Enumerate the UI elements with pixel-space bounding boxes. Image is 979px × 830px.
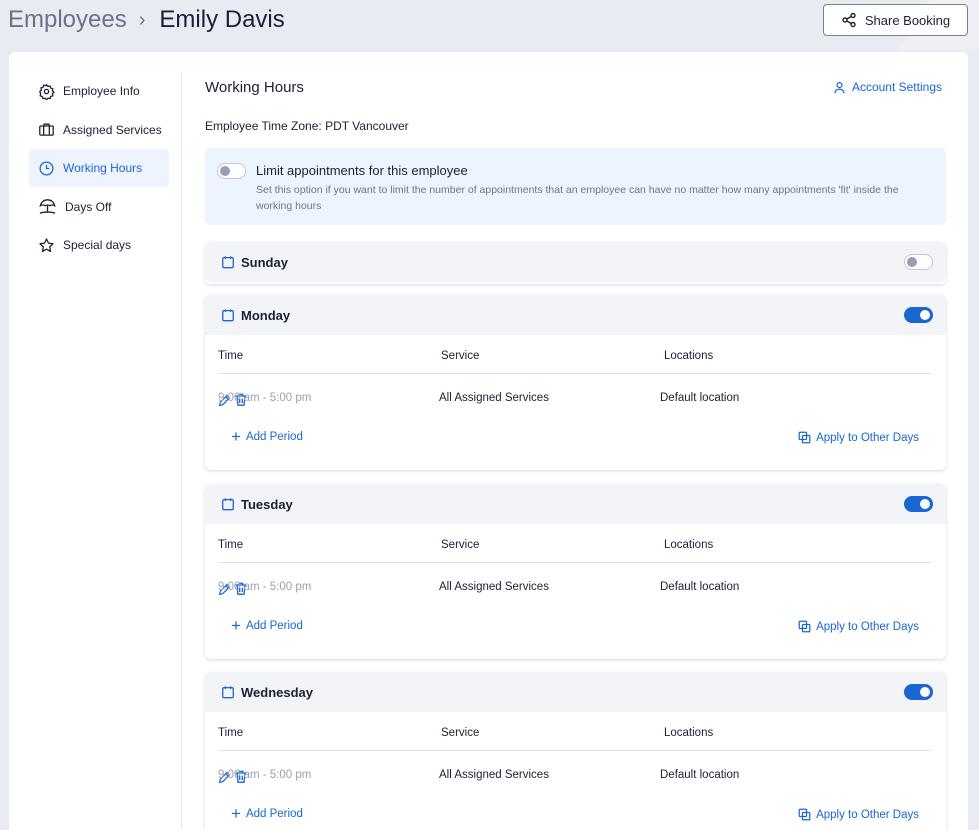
copy-icon [798,620,811,633]
period-time: 9:00 am - 5:00 pm [218,581,312,593]
day-name: Sunday [241,255,288,270]
clock-icon [39,161,54,176]
day-enabled-toggle[interactable] [904,684,933,700]
breadcrumb: Employees › Emily Davis [8,6,285,34]
sidebar-item-assigned-services[interactable]: Assigned Services [29,111,169,149]
calendar-icon [222,309,234,322]
column-time: Time [218,727,244,739]
employee-timezone: Employee Time Zone: PDT Vancouver [205,119,409,133]
page-title: Working Hours [205,79,304,96]
day-header[interactable]: Tuesday [205,484,946,524]
account-settings-link[interactable]: Account Settings [833,80,942,94]
calendar-icon [222,256,234,269]
day-enabled-toggle[interactable] [904,307,933,323]
apply-to-other-days-label: Apply to Other Days [816,620,919,633]
period-row: 9:00 am - 5:00 pm All Assigned Services … [218,769,931,785]
column-locations: Locations [664,539,714,551]
sidebar-item-label: Working Hours [63,161,143,176]
calendar-icon [222,686,234,699]
sidebar-nav: Employee Info Assigned Services Working … [29,72,169,265]
sidebar-item-working-hours[interactable]: Working Hours [29,149,169,188]
add-period-label: Add Period [245,620,303,632]
period-time: 9:00 am - 5:00 pm [218,769,312,781]
period-time: 9:00 am - 5:00 pm [218,392,312,404]
add-period-button[interactable]: + Add Period [231,804,303,823]
day-card-monday: Monday Time Service Locations 9:00 am - … [205,295,946,470]
breadcrumb-employees-link[interactable]: Employees [8,6,127,34]
day-name: Wednesday [241,685,314,700]
calendar-icon [222,498,234,511]
gear-icon [39,83,55,100]
day-enabled-toggle[interactable] [904,254,933,270]
limit-appointments-title: Limit appointments for this employee [256,163,468,178]
breadcrumb-current: Emily Davis [159,6,285,33]
copy-icon [798,431,811,444]
day-card-sunday: Sunday [205,242,946,284]
user-icon [834,81,845,93]
plus-icon: + [231,616,241,635]
day-header[interactable]: Sunday [205,242,946,282]
periods-table-header: Time Service Locations [218,350,931,374]
apply-to-other-days-button[interactable]: Apply to Other Days [798,808,919,821]
period-service: All Assigned Services [439,392,549,404]
day-enabled-toggle[interactable] [904,496,933,512]
day-name: Monday [241,308,291,323]
share-booking-button[interactable]: Share Booking [823,4,968,36]
day-header[interactable]: Wednesday [205,672,946,712]
column-time: Time [218,350,244,362]
apply-to-other-days-button[interactable]: Apply to Other Days [798,620,919,633]
copy-icon [798,808,811,821]
day-card-wednesday: Wednesday Time Service Locations 9:00 am… [205,672,946,830]
column-service: Service [441,539,480,551]
apply-to-other-days-button[interactable]: Apply to Other Days [798,431,919,444]
share-icon [842,12,856,28]
column-service: Service [441,727,480,739]
sidebar-item-employee-info[interactable]: Employee Info [29,72,169,110]
limit-appointments-toggle[interactable] [217,163,246,179]
add-period-label: Add Period [245,431,303,443]
limit-appointments-description: Set this option if you want to limit the… [256,184,899,212]
employee-card: Employee Info Assigned Services Working … [9,52,968,830]
sidebar-item-special-days[interactable]: Special days [29,226,169,264]
sidebar-item-label: Days Off [65,199,112,214]
period-location: Default location [660,769,740,781]
column-time: Time [218,539,244,551]
sidebar-item-label: Special days [63,238,132,253]
star-icon [39,238,54,252]
plus-icon: + [231,427,241,446]
top-bar: Employees › Emily Davis Share Booking [0,0,979,50]
add-period-button[interactable]: + Add Period [231,427,303,446]
sidebar-item-label: Employee Info [63,84,140,98]
period-service: All Assigned Services [439,769,549,781]
period-location: Default location [660,581,740,593]
add-period-button[interactable]: + Add Period [231,616,303,635]
breadcrumb-separator: › [138,8,146,31]
day-header[interactable]: Monday [205,295,946,335]
add-period-label: Add Period [245,808,303,820]
account-settings-label: Account Settings [851,80,942,94]
periods-table-header: Time Service Locations [218,539,931,563]
plus-icon: + [231,804,241,823]
timezone-label: Employee Time Zone: [205,119,322,133]
briefcase-icon [39,123,54,136]
timezone-value: PDT Vancouver [325,119,409,133]
period-row: 9:00 am - 5:00 pm All Assigned Services … [218,392,931,408]
period-row: 9:00 am - 5:00 pm All Assigned Services … [218,581,931,597]
sidebar-item-label: Assigned Services [63,122,162,137]
limit-appointments-box: Limit appointments for this employee Set… [205,148,946,225]
apply-to-other-days-label: Apply to Other Days [816,431,919,444]
share-booking-label: Share Booking [864,12,951,28]
day-name: Tuesday [241,497,293,512]
beach-umbrella-icon [39,199,56,215]
column-locations: Locations [664,727,714,739]
period-location: Default location [660,392,740,404]
column-service: Service [441,350,480,362]
periods-table-header: Time Service Locations [218,727,931,751]
column-locations: Locations [664,350,714,362]
sidebar-divider [181,72,182,830]
sidebar-item-days-off[interactable]: Days Off [29,188,169,226]
period-service: All Assigned Services [439,581,549,593]
apply-to-other-days-label: Apply to Other Days [816,808,919,821]
day-card-tuesday: Tuesday Time Service Locations 9:00 am -… [205,484,946,659]
